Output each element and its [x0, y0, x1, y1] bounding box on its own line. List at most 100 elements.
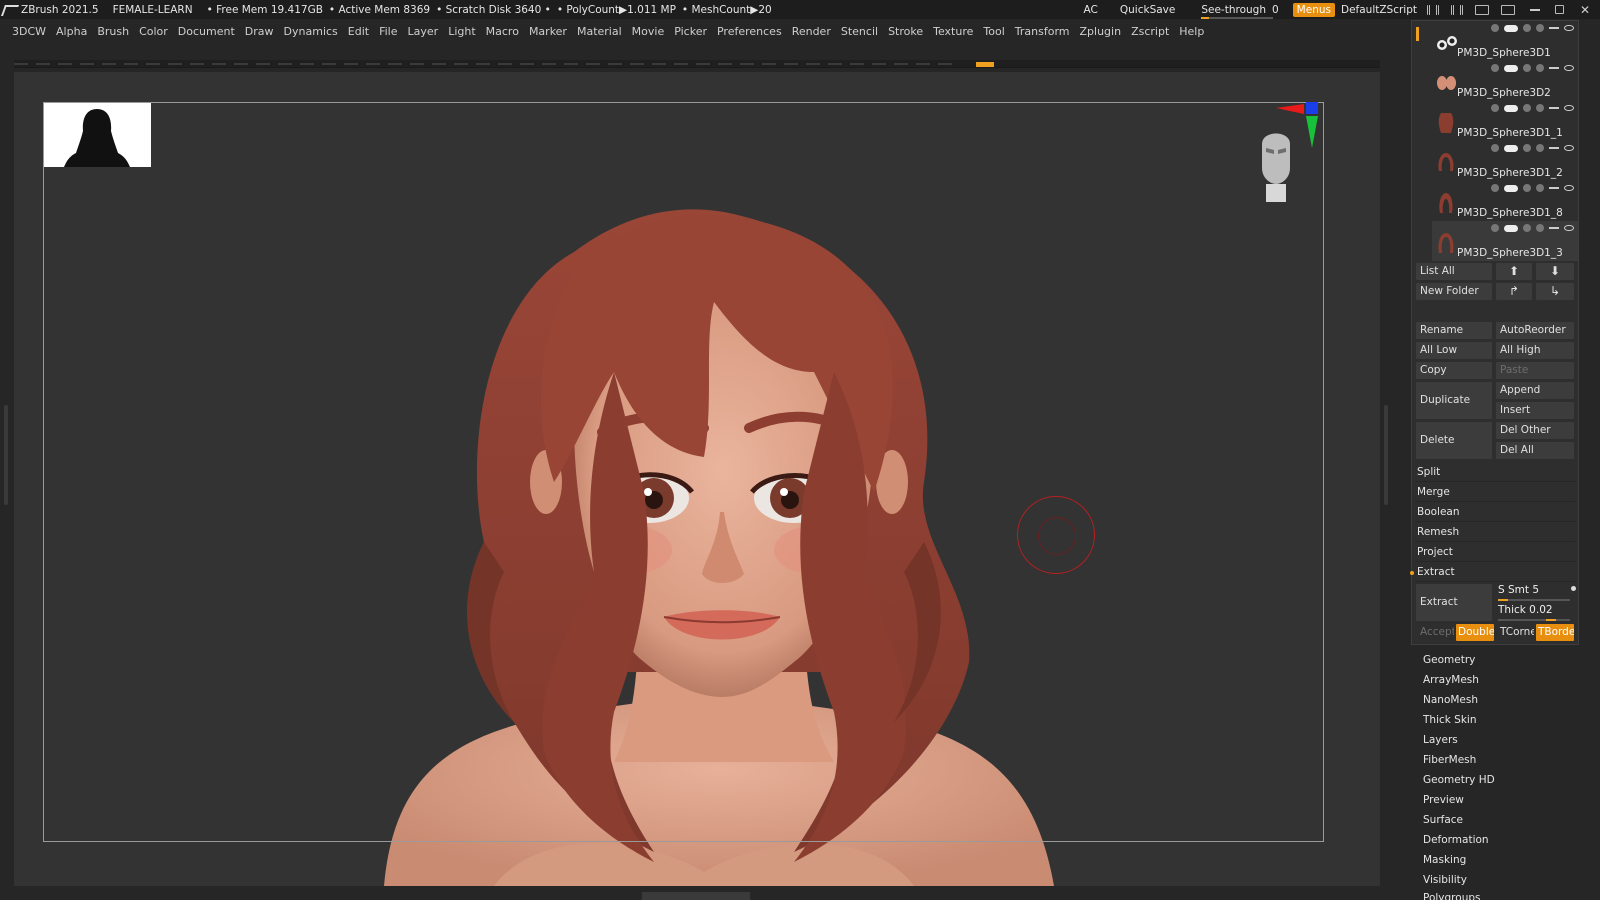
menu-marker[interactable]: Marker — [529, 25, 567, 38]
geometry-palette[interactable]: Geometry — [1423, 654, 1475, 666]
menu-movie[interactable]: Movie — [632, 25, 665, 38]
tborde-toggle[interactable]: TBorde — [1536, 624, 1574, 641]
duplicate-button[interactable]: Duplicate — [1416, 382, 1492, 419]
folder-up-button[interactable]: ↱ — [1496, 283, 1532, 300]
quicksave-button[interactable]: QuickSave — [1120, 4, 1175, 16]
extract-section[interactable]: Extract — [1410, 563, 1575, 582]
menu-zscript[interactable]: Zscript — [1131, 25, 1169, 38]
menu-texture[interactable]: Texture — [933, 25, 973, 38]
menu-stencil[interactable]: Stencil — [841, 25, 878, 38]
accept-button[interactable]: Accept — [1416, 624, 1454, 641]
del-other-button[interactable]: Del Other — [1496, 422, 1574, 439]
list-all-button[interactable]: List All — [1416, 263, 1492, 280]
subtool-toggles[interactable] — [1491, 101, 1574, 115]
menu-3dcw[interactable]: 3DCW — [12, 25, 46, 38]
menu-material[interactable]: Material — [577, 25, 622, 38]
menu-preferences[interactable]: Preferences — [717, 25, 782, 38]
preview-palette[interactable]: Preview — [1423, 794, 1464, 806]
rename-button[interactable]: Rename — [1416, 322, 1492, 339]
all-high-button[interactable]: All High — [1496, 342, 1574, 359]
scroll-indicator[interactable] — [1416, 27, 1419, 41]
shelf-marker[interactable] — [976, 62, 994, 67]
deformation-palette[interactable]: Deformation — [1423, 834, 1489, 846]
close-icon[interactable]: ✕ — [1578, 3, 1592, 17]
append-button[interactable]: Append — [1496, 382, 1574, 399]
layout-icon[interactable] — [1427, 4, 1439, 15]
subtool-toggles[interactable] — [1491, 141, 1574, 155]
thick-skin-palette[interactable]: Thick Skin — [1423, 714, 1477, 726]
minimize-icon[interactable] — [1530, 8, 1540, 11]
nanomesh-palette[interactable]: NanoMesh — [1423, 694, 1478, 706]
folder-down-button[interactable]: ↳ — [1536, 283, 1574, 300]
panel-icon[interactable] — [1501, 4, 1515, 15]
menus-toggle[interactable]: Menus — [1292, 2, 1335, 17]
boolean-section[interactable]: Boolean — [1415, 503, 1575, 522]
default-zscript-button[interactable]: DefaultZScript — [1341, 4, 1417, 16]
s-smt-slider[interactable]: S Smt 5 — [1498, 584, 1576, 601]
menu-file[interactable]: File — [379, 25, 397, 38]
menu-macro[interactable]: Macro — [486, 25, 519, 38]
autoreorder-button[interactable]: AutoReorder — [1496, 322, 1574, 339]
canvas-viewport[interactable] — [14, 72, 1380, 886]
polygroups-palette[interactable]: Polygroups — [1423, 893, 1480, 900]
insert-button[interactable]: Insert — [1496, 402, 1574, 419]
subtool-item[interactable]: PM3D_Sphere3D1_2 — [1432, 141, 1578, 181]
layout-2-icon[interactable] — [1451, 4, 1463, 15]
move-up-button[interactable]: ⬆ — [1496, 263, 1532, 280]
menu-zplugin[interactable]: Zplugin — [1080, 25, 1122, 38]
paste-button[interactable]: Paste — [1496, 362, 1574, 379]
new-folder-button[interactable]: New Folder — [1416, 283, 1492, 300]
menu-picker[interactable]: Picker — [674, 25, 707, 38]
menu-edit[interactable]: Edit — [348, 25, 369, 38]
menu-alpha[interactable]: Alpha — [56, 25, 87, 38]
menu-document[interactable]: Document — [178, 25, 235, 38]
top-shelf[interactable] — [14, 60, 1380, 68]
menu-transform[interactable]: Transform — [1015, 25, 1070, 38]
split-section[interactable]: Split — [1415, 463, 1575, 482]
subtool-toggles[interactable] — [1491, 181, 1574, 195]
menu-stroke[interactable]: Stroke — [888, 25, 923, 38]
del-all-button[interactable]: Del All — [1496, 442, 1574, 459]
remesh-section[interactable]: Remesh — [1415, 523, 1575, 542]
axis-gizmo-icon[interactable] — [1274, 100, 1322, 152]
visibility-palette[interactable]: Visibility — [1423, 874, 1467, 886]
fibermesh-palette[interactable]: FiberMesh — [1423, 754, 1476, 766]
subtool-toggles[interactable] — [1491, 61, 1574, 75]
arraymesh-palette[interactable]: ArrayMesh — [1423, 674, 1479, 686]
subtool-item[interactable]: PM3D_Sphere3D1_8 — [1432, 181, 1578, 221]
menu-render[interactable]: Render — [792, 25, 831, 38]
menu-layer[interactable]: Layer — [408, 25, 439, 38]
tcorne-toggle[interactable]: TCorne — [1496, 624, 1534, 641]
thick-slider[interactable]: Thick 0.02 — [1498, 604, 1572, 621]
restore-icon[interactable] — [1555, 5, 1564, 14]
ac-button[interactable]: AC — [1084, 4, 1098, 16]
merge-section[interactable]: Merge — [1415, 483, 1575, 502]
menu-tool[interactable]: Tool — [983, 25, 1004, 38]
project-section[interactable]: Project — [1415, 543, 1575, 562]
bottom-tray-toggle[interactable] — [642, 892, 750, 900]
see-through-slider[interactable]: See-through 0 — [1197, 4, 1282, 19]
menu-dynamics[interactable]: Dynamics — [284, 25, 338, 38]
all-low-button[interactable]: All Low — [1416, 342, 1492, 359]
move-down-button[interactable]: ⬇ — [1536, 263, 1574, 280]
subtool-item[interactable]: PM3D_Sphere3D1 — [1432, 21, 1578, 61]
subtool-toggles[interactable] — [1491, 221, 1574, 235]
surface-palette[interactable]: Surface — [1423, 814, 1463, 826]
left-tray-toggle[interactable] — [4, 405, 8, 505]
subtool-item[interactable]: PM3D_Sphere3D1_1 — [1432, 101, 1578, 141]
right-tray-toggle[interactable] — [1384, 405, 1388, 505]
interface-icon[interactable] — [1475, 4, 1489, 15]
subtool-toggles[interactable] — [1491, 21, 1574, 35]
copy-button[interactable]: Copy — [1416, 362, 1492, 379]
subtool-item-selected[interactable]: PM3D_Sphere3D1_3 — [1432, 221, 1578, 261]
menu-light[interactable]: Light — [448, 25, 475, 38]
menu-draw[interactable]: Draw — [245, 25, 274, 38]
menu-brush[interactable]: Brush — [97, 25, 129, 38]
menu-color[interactable]: Color — [139, 25, 168, 38]
delete-button[interactable]: Delete — [1416, 422, 1492, 459]
silhouette-thumbnail[interactable] — [44, 103, 151, 167]
double-toggle[interactable]: Double — [1456, 624, 1494, 641]
menu-help[interactable]: Help — [1179, 25, 1204, 38]
geometry-hd-palette[interactable]: Geometry HD — [1423, 774, 1495, 786]
subtool-item[interactable]: PM3D_Sphere3D2 — [1432, 61, 1578, 101]
